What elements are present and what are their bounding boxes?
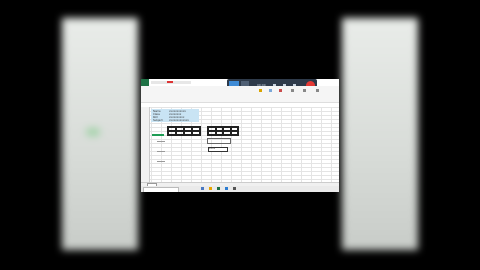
excel-window: 00:00 Name Class Roll Subject xxxxxxxxxx…: [141, 79, 339, 192]
file-explorer-icon[interactable]: [209, 187, 212, 190]
browser-icon[interactable]: [225, 187, 228, 190]
taskbar-search-input[interactable]: [143, 187, 179, 192]
matrix-table-right[interactable]: [207, 126, 239, 136]
row-headers: [141, 107, 150, 183]
find-icon[interactable]: [316, 89, 319, 92]
cell-text-2: [157, 151, 165, 152]
active-cell[interactable]: [152, 134, 164, 136]
matrix-table-left[interactable]: [167, 126, 201, 136]
value-4: xxxxxxxxxxxxx: [169, 119, 189, 122]
label-subject: Subject: [153, 119, 163, 122]
ribbon-active-mark: [167, 81, 173, 83]
file-tab[interactable]: [141, 79, 149, 86]
result-box[interactable]: [207, 138, 231, 144]
app-icon[interactable]: [233, 187, 236, 190]
blurred-background-left: [62, 18, 138, 250]
insert-icon[interactable]: [291, 89, 294, 92]
blurred-background-right: [342, 18, 418, 250]
taskview-icon[interactable]: [201, 187, 204, 190]
style-icon[interactable]: [279, 89, 282, 92]
windows-taskbar: [141, 186, 339, 192]
cell-value: xxxx: [209, 147, 216, 150]
ribbon-toolbar: [141, 86, 339, 103]
blurred-green-mark: [86, 128, 100, 136]
excel-taskbar-icon[interactable]: [217, 187, 220, 190]
paint-icon[interactable]: [259, 89, 262, 92]
format-icon[interactable]: [269, 89, 272, 92]
sort-icon[interactable]: [303, 89, 306, 92]
cell-text-3: [157, 161, 165, 162]
cell-text-1: [157, 141, 165, 142]
